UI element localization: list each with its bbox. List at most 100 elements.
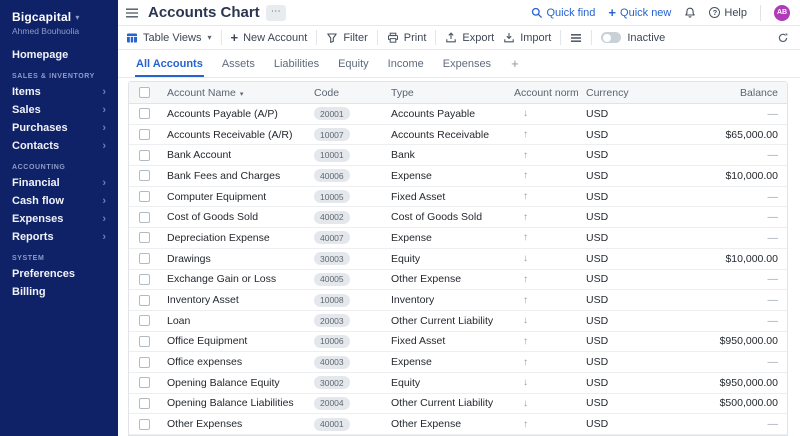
table-row[interactable]: Accounts Receivable (A/R)10007Accounts R… — [129, 125, 787, 146]
row-density-button[interactable] — [570, 32, 582, 44]
row-checkbox[interactable] — [139, 419, 150, 430]
account-name-cell: Depreciation Expense — [159, 232, 306, 244]
sidebar-item-items[interactable]: Items› — [0, 83, 118, 101]
sidebar-item-billing[interactable]: Billing — [0, 283, 118, 301]
caret-down-icon: ▾ — [75, 13, 79, 22]
row-checkbox[interactable] — [139, 150, 150, 161]
sidebar-item-preferences[interactable]: Preferences — [0, 265, 118, 283]
currency-cell: USD — [578, 191, 651, 203]
account-normal-arrow-down: ↓ — [506, 108, 578, 119]
row-checkbox[interactable] — [139, 357, 150, 368]
account-normal-arrow-up: ↑ — [506, 129, 578, 140]
table-row[interactable]: Drawings30003Equity↓USD$10,000.00 — [129, 249, 787, 270]
row-checkbox[interactable] — [139, 315, 150, 326]
row-checkbox[interactable] — [139, 108, 150, 119]
sidebar-nav: HomepageSALES & INVENTORYItems›Sales›Pur… — [0, 46, 118, 301]
hamburger-menu-icon[interactable] — [123, 5, 141, 21]
row-checkbox[interactable] — [139, 170, 150, 181]
user-avatar[interactable]: AB — [774, 5, 790, 21]
quick-find-button[interactable]: Quick find — [531, 7, 596, 19]
sidebar-item-reports[interactable]: Reports› — [0, 228, 118, 246]
row-checkbox[interactable] — [139, 191, 150, 202]
column-header-code[interactable]: Code — [306, 87, 383, 99]
table-row[interactable]: Computer Equipment10005Fixed Asset↑USD— — [129, 187, 787, 208]
export-button[interactable]: Export — [445, 32, 494, 44]
export-icon — [445, 32, 457, 44]
sidebar-item-sales[interactable]: Sales› — [0, 101, 118, 119]
row-checkbox[interactable] — [139, 336, 150, 347]
row-checkbox-cell — [129, 398, 159, 409]
search-icon — [531, 7, 543, 19]
table-row[interactable]: Office expenses40003Expense↑USD— — [129, 352, 787, 373]
sidebar-item-financial[interactable]: Financial› — [0, 174, 118, 192]
account-name-cell: Loan — [159, 315, 306, 327]
topbar-actions: Quick find + Quick new ? Help AB — [531, 5, 791, 21]
column-header-balance[interactable]: Balance — [651, 87, 787, 99]
table-row[interactable]: Bank Fees and Charges40006Expense↑USD$10… — [129, 166, 787, 187]
refresh-button[interactable] — [777, 32, 789, 44]
select-all-checkbox[interactable] — [139, 87, 150, 98]
account-normal-arrow-up: ↑ — [506, 357, 578, 368]
filter-button[interactable]: Filter — [326, 32, 367, 44]
table-row[interactable]: Inventory Asset10008Inventory↑USD— — [129, 290, 787, 311]
row-checkbox[interactable] — [139, 274, 150, 285]
row-checkbox-cell — [129, 357, 159, 368]
tab-assets[interactable]: Assets — [221, 51, 256, 77]
inactive-toggle-label: Inactive — [627, 32, 665, 44]
page-title: Accounts Chart — [148, 4, 260, 21]
table-views-button[interactable]: Table Views ▾ — [126, 32, 212, 44]
column-header-currency[interactable]: Currency — [578, 87, 651, 99]
sidebar-item-homepage[interactable]: Homepage — [0, 46, 118, 64]
row-checkbox[interactable] — [139, 398, 150, 409]
quick-new-button[interactable]: + Quick new — [608, 6, 671, 19]
sidebar-item-cash-flow[interactable]: Cash flow› — [0, 192, 118, 210]
print-button[interactable]: Print — [387, 32, 427, 44]
table-row[interactable]: Other Expenses40001Other Expense↑USD— — [129, 414, 787, 435]
help-button[interactable]: ? Help — [709, 7, 747, 19]
table-row[interactable]: Depreciation Expense40007Expense↑USD— — [129, 228, 787, 249]
row-checkbox[interactable] — [139, 295, 150, 306]
currency-cell: USD — [578, 294, 651, 306]
row-checkbox[interactable] — [139, 253, 150, 264]
new-account-button[interactable]: + New Account — [231, 31, 308, 44]
row-checkbox[interactable] — [139, 129, 150, 140]
sidebar-item-expenses[interactable]: Expenses› — [0, 210, 118, 228]
table-grid-icon — [126, 32, 138, 44]
sidebar-item-purchases[interactable]: Purchases› — [0, 119, 118, 137]
row-checkbox-cell — [129, 274, 159, 285]
row-checkbox[interactable] — [139, 232, 150, 243]
row-checkbox[interactable] — [139, 212, 150, 223]
tab-expenses[interactable]: Expenses — [442, 51, 492, 77]
table-row[interactable]: Accounts Payable (A/P)20001Accounts Paya… — [129, 104, 787, 125]
notifications-bell-icon[interactable] — [684, 7, 696, 19]
account-name-cell: Accounts Receivable (A/R) — [159, 129, 306, 141]
row-checkbox[interactable] — [139, 377, 150, 388]
quick-new-label: Quick new — [620, 7, 671, 19]
workspace-switcher[interactable]: Bigcapital ▾ — [0, 8, 118, 24]
code-badge: 10006 — [314, 335, 350, 348]
import-button[interactable]: Import — [503, 32, 551, 44]
column-header-account-name[interactable]: Account Name▾ — [159, 87, 306, 99]
tab-equity[interactable]: Equity — [337, 51, 370, 77]
tab-liabilities[interactable]: Liabilities — [273, 51, 320, 77]
column-header-type[interactable]: Type — [383, 87, 506, 99]
column-header-account-normal[interactable]: Account normal — [506, 87, 578, 99]
add-tab-button[interactable]: + — [509, 50, 521, 77]
code-badge: 10007 — [314, 128, 350, 141]
table-row[interactable]: Office Equipment10006Fixed Asset↑USD$950… — [129, 332, 787, 353]
sidebar-item-contacts[interactable]: Contacts› — [0, 137, 118, 155]
table-row[interactable]: Bank Account10001Bank↑USD— — [129, 145, 787, 166]
tab-income[interactable]: Income — [387, 51, 425, 77]
tab-all-accounts[interactable]: All Accounts — [135, 51, 204, 77]
account-normal-arrow-down: ↓ — [506, 253, 578, 264]
more-options-icon[interactable]: ⋯ — [266, 5, 286, 21]
balance-cell: — — [651, 294, 787, 306]
table-row[interactable]: Opening Balance Equity30002Equity↓USD$95… — [129, 373, 787, 394]
table-row[interactable]: Cost of Goods Sold40002Cost of Goods Sol… — [129, 207, 787, 228]
account-name-cell: Opening Balance Equity — [159, 377, 306, 389]
table-row[interactable]: Loan20003Other Current Liability↓USD— — [129, 311, 787, 332]
inactive-toggle[interactable] — [601, 32, 621, 43]
table-row[interactable]: Opening Balance Liabilities20004Other Cu… — [129, 394, 787, 415]
sort-caret-icon: ▾ — [240, 91, 244, 98]
table-row[interactable]: Exchange Gain or Loss40005Other Expense↑… — [129, 270, 787, 291]
